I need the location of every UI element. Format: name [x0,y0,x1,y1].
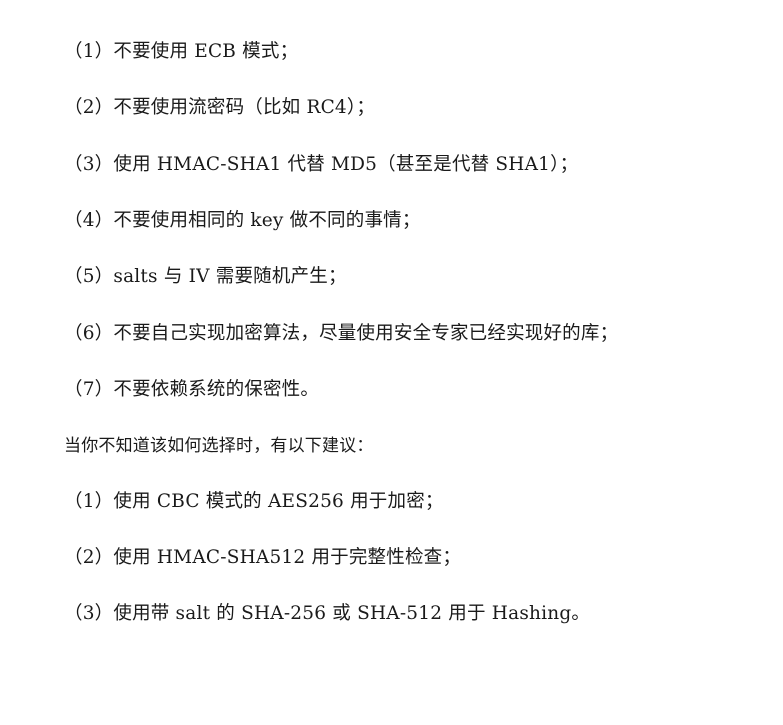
rule-4: （4）不要使用相同的 key 做不同的事情； [64,210,421,231]
rule-7: （7）不要依赖系统的保密性。 [64,379,320,400]
suggestion-2: （2）使用 HMAC-SHA512 用于完整性检查； [64,547,462,568]
document-page: （1）不要使用 ECB 模式； （2）不要使用流密码（比如 RC4）； （3）使… [0,0,783,725]
suggestion-intro: 当你不知道该如何选择时，有以下建议： [64,436,374,456]
rule-5: （5）salts 与 IV 需要随机产生； [64,266,347,287]
rule-3: （3）使用 HMAC-SHA1 代替 MD5（甚至是代替 SHA1）； [64,154,579,175]
rule-1: （1）不要使用 ECB 模式； [64,41,299,62]
suggestion-3: （3）使用带 salt 的 SHA-256 或 SHA-512 用于 Hashi… [64,603,591,624]
rule-6: （6）不要自己实现加密算法，尽量使用安全专家已经实现好的库； [64,323,619,344]
rule-2: （2）不要使用流密码（比如 RC4）； [64,97,376,118]
suggestion-1: （1）使用 CBC 模式的 AES256 用于加密； [64,491,444,512]
